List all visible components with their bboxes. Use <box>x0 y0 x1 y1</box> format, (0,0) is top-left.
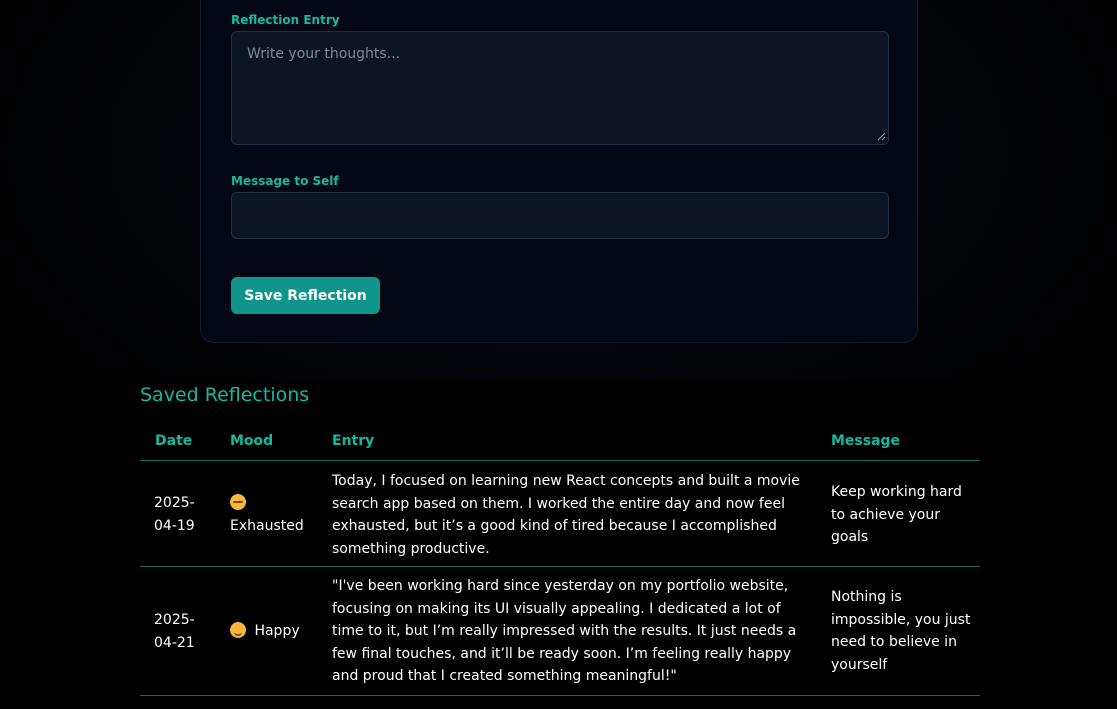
mood-cell: Happy <box>230 620 320 643</box>
date-day: 04-19 <box>154 517 195 534</box>
save-reflection-button[interactable]: Save Reflection <box>231 277 380 314</box>
reflection-entry-label: Reflection Entry <box>231 13 340 27</box>
column-header-date: Date <box>155 433 193 449</box>
mood-label: Happy <box>254 623 300 639</box>
message-cell: Nothing is impossible, you just need to … <box>831 589 971 673</box>
smiling-face-icon <box>230 622 246 638</box>
entry-cell: Today, I focused on learning new React c… <box>332 473 800 557</box>
reflection-entry-textarea[interactable] <box>231 31 889 145</box>
table-row: 2025- 04-21 Happy "I've been working har… <box>140 567 980 696</box>
date-day: 04-21 <box>154 634 195 651</box>
date-year-month: 2025- <box>154 495 195 511</box>
table-header: Date Mood Entry Message <box>140 428 980 461</box>
message-cell: Keep working hard to achieve your goals <box>831 484 962 545</box>
date-cell: 2025- 04-19 <box>154 492 214 537</box>
column-header-message: Message <box>831 433 901 449</box>
mood-cell: Exhausted <box>230 492 320 537</box>
column-header-entry: Entry <box>332 433 375 449</box>
sleepy-face-icon <box>230 494 246 510</box>
table-row: 2025- 04-19 Exhausted Today, I focused o… <box>140 461 980 567</box>
message-to-self-label: Message to Self <box>231 174 339 188</box>
resize-handle-icon[interactable] <box>877 132 886 141</box>
reflection-form-card: Reflection Entry Message to Self Save Re… <box>200 0 918 343</box>
date-year-month: 2025- <box>154 612 195 628</box>
mood-label: Exhausted <box>230 517 304 534</box>
date-cell: 2025- 04-21 <box>154 609 214 654</box>
message-to-self-input[interactable] <box>231 192 889 239</box>
saved-reflections-title: Saved Reflections <box>140 384 310 406</box>
column-header-mood: Mood <box>230 433 274 449</box>
entry-cell: "I've been working hard since yesterday … <box>332 578 797 684</box>
saved-reflections-table: Date Mood Entry Message 2025- 04-19 Exha… <box>140 428 980 696</box>
